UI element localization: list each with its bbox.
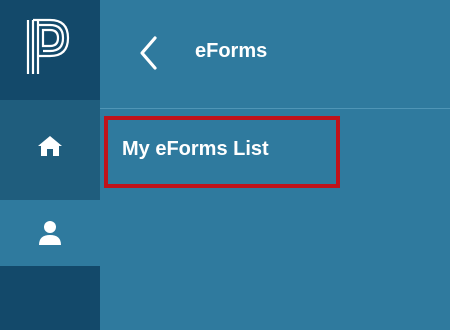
chevron-left-icon <box>140 36 157 70</box>
user-icon <box>39 221 61 245</box>
active-indicator <box>100 226 102 236</box>
nav-rail <box>0 0 100 330</box>
menu-item-label: My eForms List <box>122 138 269 160</box>
menu-item-my-eforms-list[interactable]: My eForms List <box>104 116 340 188</box>
home-icon <box>38 136 62 156</box>
app-logo[interactable] <box>0 0 100 100</box>
panel-header: eForms <box>100 0 450 109</box>
nav-user[interactable] <box>0 200 100 266</box>
powerschool-logo-icon <box>26 18 70 74</box>
nav-rail-footer <box>0 266 100 330</box>
app-window: eForms My eForms List <box>0 0 450 330</box>
nav-home[interactable] <box>0 116 100 176</box>
page-title: eForms <box>195 40 268 62</box>
back-button[interactable] <box>128 32 168 74</box>
